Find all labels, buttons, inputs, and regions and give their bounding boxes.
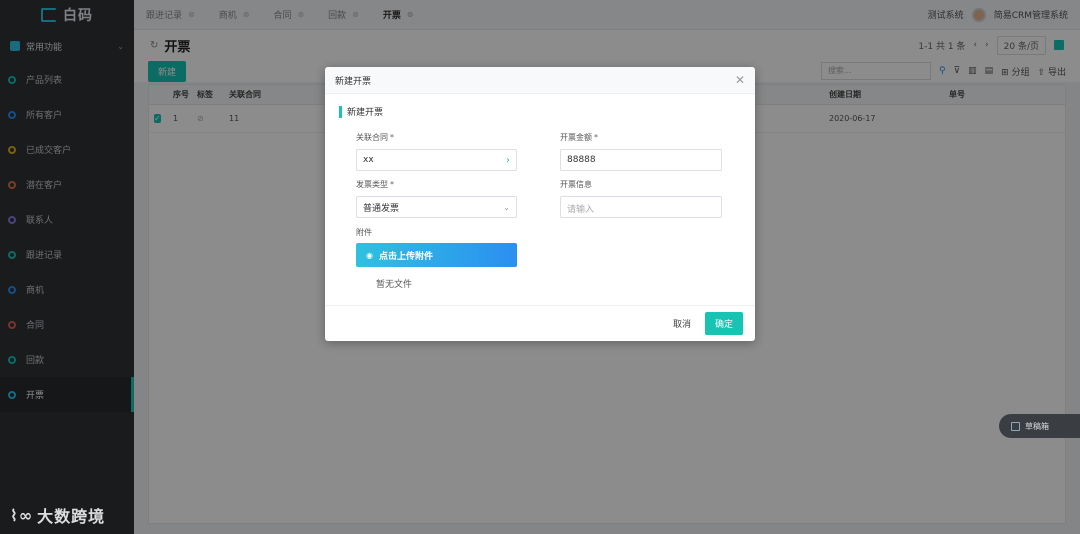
upload-attachment-button[interactable]: ◉ 点击上传附件 bbox=[356, 243, 517, 267]
section-title: 新建开票 bbox=[339, 105, 383, 118]
type-label: 发票类型 * bbox=[356, 179, 394, 190]
modal-header: 新建开票 ✕ bbox=[325, 67, 755, 94]
contract-picker[interactable]: xx › bbox=[356, 149, 517, 171]
amount-input[interactable]: 88888 bbox=[560, 149, 722, 171]
draft-box-button[interactable]: 草稿箱 bbox=[999, 414, 1080, 438]
invoice-type-select[interactable]: 普通发票 ⌄ bbox=[356, 196, 517, 218]
type-label-text: 发票类型 bbox=[356, 180, 388, 189]
new-invoice-modal: 新建开票 ✕ 新建开票 关联合同 * xx › 开票金额 * 88888 发票类型 *… bbox=[325, 67, 755, 341]
contract-label-text: 关联合同 bbox=[356, 133, 388, 142]
modal-title: 新建开票 bbox=[335, 76, 372, 87]
chevron-right-icon: › bbox=[506, 154, 510, 166]
modal-footer: 取消 确定 bbox=[325, 305, 755, 341]
info-label: 开票信息 bbox=[560, 180, 592, 189]
contract-value: xx bbox=[363, 155, 374, 165]
amount-label: 开票金额 * bbox=[560, 132, 598, 143]
required-mark: * bbox=[390, 180, 394, 189]
watermark-logo-icon: ⌇∞ bbox=[10, 505, 34, 525]
amount-value: 88888 bbox=[567, 155, 596, 165]
contract-label: 关联合同 * bbox=[356, 132, 394, 143]
no-file-text: 暂无文件 bbox=[376, 280, 413, 290]
cancel-button[interactable]: 取消 bbox=[673, 317, 691, 330]
close-icon[interactable]: ✕ bbox=[735, 73, 745, 87]
invoice-type-value: 普通发票 bbox=[363, 203, 400, 214]
confirm-button[interactable]: 确定 bbox=[704, 312, 743, 335]
required-mark: * bbox=[594, 133, 598, 142]
upload-label: 点击上传附件 bbox=[378, 251, 433, 262]
watermark: ⌇∞ 大数跨境 bbox=[10, 503, 105, 527]
required-mark: * bbox=[390, 133, 394, 142]
draft-label: 草稿箱 bbox=[1025, 421, 1049, 431]
attachment-label: 附件 bbox=[356, 228, 372, 237]
amount-label-text: 开票金额 bbox=[560, 133, 592, 142]
eye-icon: ◉ bbox=[366, 250, 373, 260]
chevron-down-icon: ⌄ bbox=[503, 202, 510, 212]
info-placeholder: 请输入 bbox=[567, 205, 595, 215]
invoice-info-textarea[interactable]: 请输入 bbox=[560, 196, 722, 218]
watermark-text: 大数跨境 bbox=[37, 507, 106, 526]
edit-icon bbox=[1011, 421, 1020, 431]
